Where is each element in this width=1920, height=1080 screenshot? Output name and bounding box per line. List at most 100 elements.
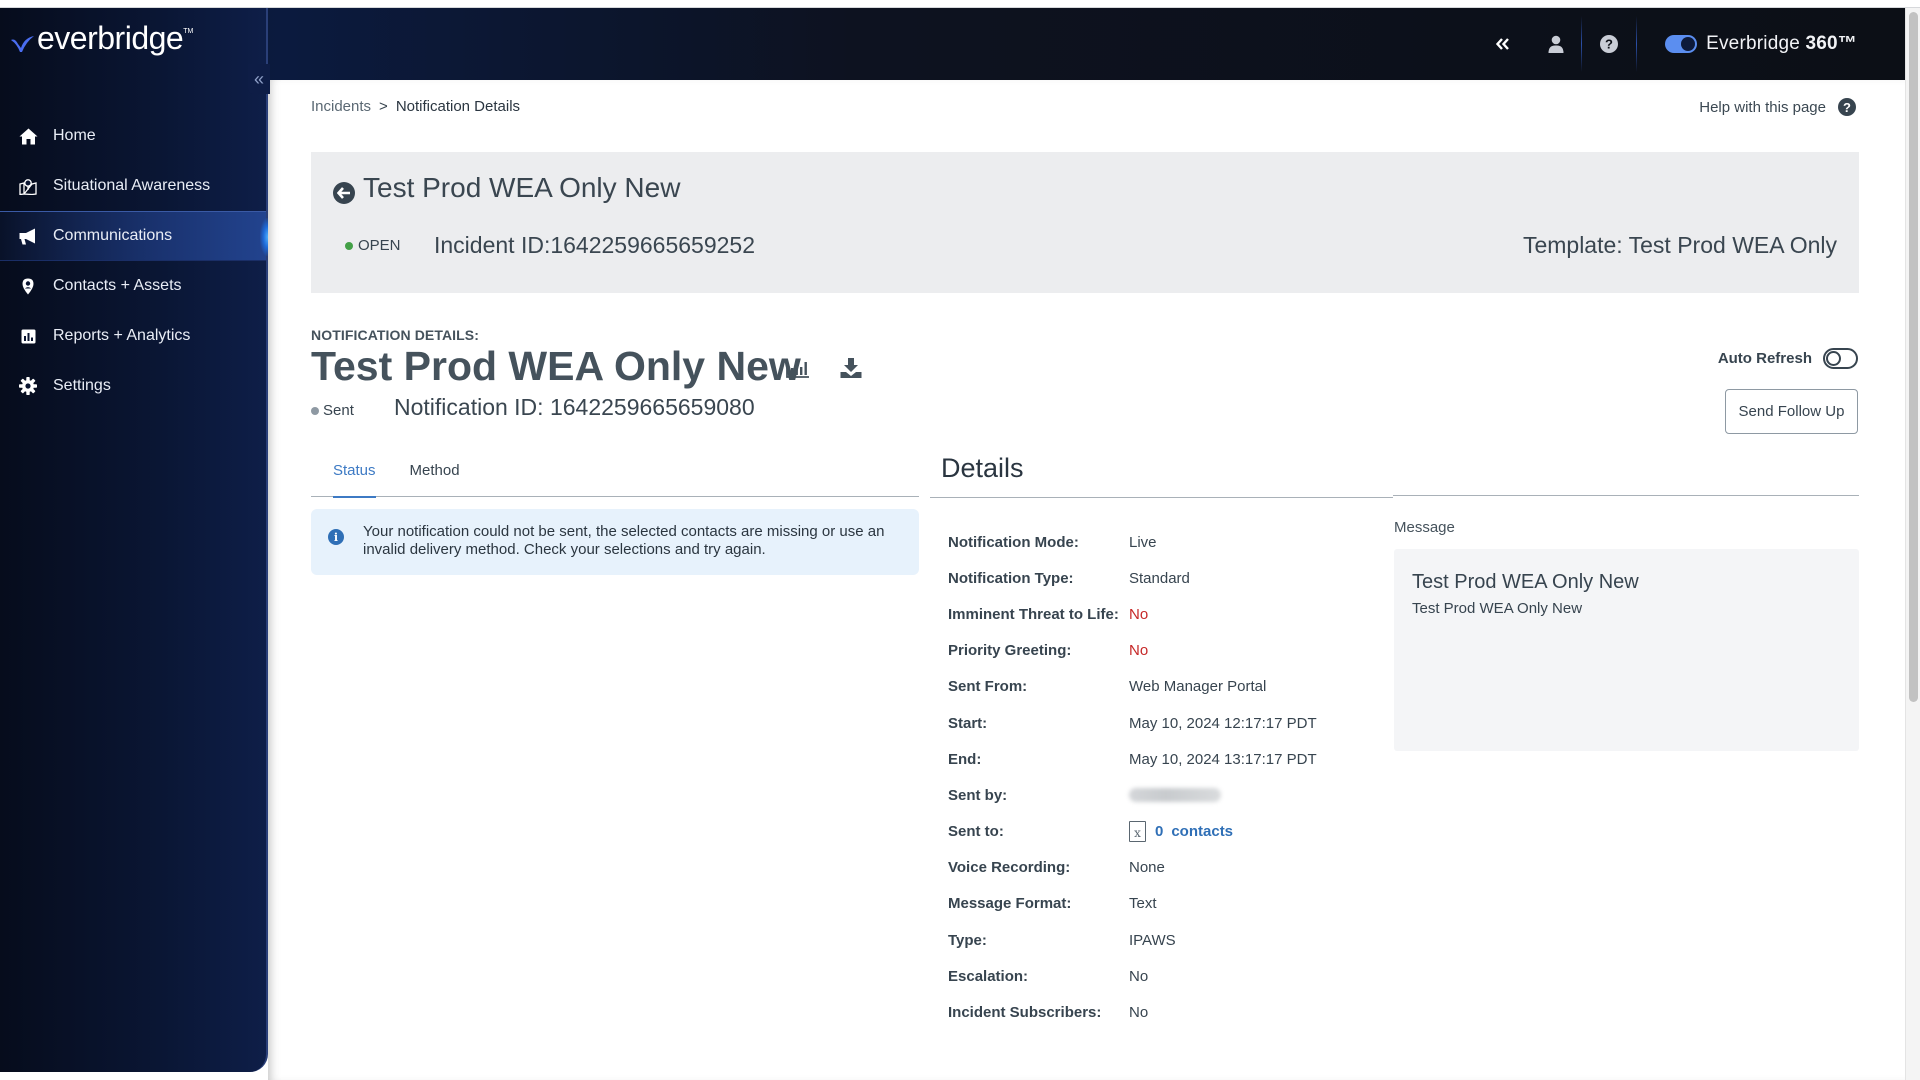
message-title: Test Prod WEA Only New bbox=[1412, 571, 1639, 593]
double-chevron-left-icon: « bbox=[253, 69, 264, 89]
sidebar-item-situational-awareness[interactable]: Situational Awareness bbox=[0, 161, 266, 211]
detail-row-end: End: May 10, 2024 13:17:17 PDT bbox=[948, 741, 1317, 777]
sidebar-item-settings[interactable]: Settings bbox=[0, 361, 266, 411]
message-body: Test Prod WEA Only New bbox=[1412, 600, 1583, 617]
detail-value: Web Manager Portal bbox=[1129, 678, 1267, 696]
map-pin-icon bbox=[18, 176, 38, 196]
tab-method[interactable]: Method bbox=[398, 458, 482, 497]
help-icon: ? bbox=[1838, 98, 1856, 116]
detail-value: No bbox=[1129, 967, 1149, 985]
detail-value: Live bbox=[1129, 533, 1157, 551]
sidebar-item-contacts-assets[interactable]: Contacts + Assets bbox=[0, 261, 266, 311]
user-profile-button[interactable] bbox=[1530, 8, 1581, 80]
detail-label: Sent to: bbox=[948, 823, 1004, 841]
help-link-label: Help with this page bbox=[1699, 98, 1826, 116]
detail-value: No bbox=[1129, 1004, 1149, 1022]
detail-row-start: Start: May 10, 2024 12:17:17 PDT bbox=[948, 705, 1317, 741]
double-chevron-left-icon bbox=[1496, 38, 1510, 50]
detail-value bbox=[1129, 788, 1221, 803]
redacted-sender-name bbox=[1129, 788, 1221, 803]
sidebar-item-reports-analytics[interactable]: Reports + Analytics bbox=[0, 311, 266, 361]
detail-row-sent-to: Sent to: x 0 contacts bbox=[948, 814, 1317, 850]
contacts-link-label: contacts bbox=[1171, 823, 1234, 841]
download-icon[interactable] bbox=[840, 358, 862, 378]
breadcrumb-current: Notification Details bbox=[395, 98, 521, 115]
notification-details-label: NOTIFICATION DETAILS: bbox=[311, 327, 480, 343]
detail-value: IPAWS bbox=[1129, 931, 1176, 949]
detail-value: No bbox=[1129, 642, 1149, 660]
sidebar: everbridge TM « Home Situational Awarene… bbox=[0, 8, 270, 1072]
info-icon: i bbox=[328, 529, 344, 545]
auto-refresh: Auto Refresh bbox=[1718, 348, 1858, 369]
breadcrumb-incidents-link[interactable]: Incidents bbox=[311, 98, 371, 115]
detail-label: Type: bbox=[948, 931, 987, 949]
home-icon bbox=[18, 126, 38, 146]
svg-text:?: ? bbox=[1605, 37, 1613, 52]
bar-chart-icon bbox=[18, 326, 38, 346]
sidebar-item-label: Settings bbox=[53, 377, 111, 394]
trademark: TM bbox=[183, 28, 194, 35]
auto-refresh-toggle[interactable] bbox=[1823, 348, 1858, 369]
detail-row-sent-by: Sent by: bbox=[948, 777, 1317, 813]
sidebar-item-label: Reports + Analytics bbox=[53, 327, 191, 344]
bar-chart-icon[interactable] bbox=[786, 358, 810, 378]
detail-value: None bbox=[1129, 859, 1165, 877]
everbridge-logo[interactable]: everbridge TM bbox=[10, 22, 193, 54]
detail-row-sent-from: Sent From: Web Manager Portal bbox=[948, 669, 1317, 705]
incident-status-label: OPEN bbox=[358, 237, 401, 254]
details-heading: Details bbox=[941, 453, 1024, 483]
detail-label: Incident Subscribers: bbox=[948, 1004, 1102, 1022]
toggle-360[interactable] bbox=[1665, 35, 1698, 53]
detail-label: Escalation: bbox=[948, 967, 1029, 985]
sent-to-contacts-link[interactable]: 0 contacts bbox=[1155, 823, 1241, 840]
help-with-page-link[interactable]: Help with this page ? bbox=[1699, 98, 1856, 116]
page-scrollbar[interactable] bbox=[1905, 8, 1920, 1080]
detail-label: Voice Recording: bbox=[948, 859, 1071, 877]
incident-status: OPEN bbox=[345, 237, 401, 254]
detail-value: Text bbox=[1129, 895, 1157, 913]
sidebar-item-label: Situational Awareness bbox=[53, 177, 211, 194]
detail-label: Priority Greeting: bbox=[948, 642, 1072, 660]
detail-label: End: bbox=[948, 750, 982, 768]
sidebar-collapse-button[interactable]: « bbox=[248, 64, 270, 94]
detail-value: x 0 contacts bbox=[1129, 821, 1241, 843]
detail-row-priority-greeting: Priority Greeting: No bbox=[948, 633, 1317, 669]
detail-label: Notification Type: bbox=[948, 569, 1074, 587]
everbridge-logo-icon bbox=[11, 36, 34, 52]
notification-tabs: Status Method bbox=[311, 458, 919, 498]
message-label: Message bbox=[1394, 519, 1455, 536]
location-pin-icon bbox=[18, 276, 38, 296]
scrollbar-thumb[interactable] bbox=[1909, 12, 1918, 702]
detail-label: Start: bbox=[948, 714, 988, 732]
tab-status[interactable]: Status bbox=[311, 458, 398, 498]
sidebar-item-home[interactable]: Home bbox=[0, 111, 266, 161]
divider bbox=[1393, 495, 1859, 496]
excel-file-icon[interactable]: x bbox=[1129, 821, 1146, 843]
breadcrumb-separator: > bbox=[379, 98, 388, 115]
incident-id: Incident ID:1642259665659252 bbox=[434, 232, 756, 258]
everbridge-360-switch[interactable]: Everbridge 360™ bbox=[1637, 8, 1905, 80]
help-button[interactable]: ? bbox=[1582, 8, 1636, 80]
status-dot-icon bbox=[345, 241, 353, 250]
detail-value: May 10, 2024 13:17:17 PDT bbox=[1129, 750, 1317, 768]
notification-title: Test Prod WEA Only New bbox=[311, 343, 801, 389]
incident-template: Template: Test Prod WEA Only bbox=[1522, 232, 1837, 258]
collapse-all-button[interactable] bbox=[1476, 8, 1530, 80]
detail-value: May 10, 2024 12:17:17 PDT bbox=[1129, 714, 1317, 732]
sidebar-item-label: Contacts + Assets bbox=[53, 277, 182, 294]
brand-name: everbridge bbox=[37, 20, 184, 56]
detail-label: Sent From: bbox=[948, 678, 1028, 696]
detail-row-escalation: Escalation: No bbox=[948, 958, 1317, 994]
detail-row-incident-subscribers: Incident Subscribers: No bbox=[948, 994, 1317, 1030]
sidebar-item-label: Communications bbox=[53, 227, 173, 244]
send-follow-up-button[interactable]: Send Follow Up bbox=[1725, 389, 1858, 434]
detail-row-notification-mode: Notification Mode: Live bbox=[948, 524, 1317, 560]
breadcrumb: Incidents > Notification Details bbox=[311, 98, 520, 115]
back-arrow-icon[interactable] bbox=[333, 182, 355, 204]
everbridge-360-label: Everbridge 360™ bbox=[1706, 33, 1857, 54]
divider bbox=[930, 497, 1393, 498]
incident-summary-card: Test Prod WEA Only New OPEN Incident ID:… bbox=[311, 152, 1859, 293]
sidebar-nav: Home Situational Awareness Communication… bbox=[0, 111, 268, 411]
sidebar-item-communications[interactable]: Communications bbox=[0, 211, 268, 261]
detail-row-notification-type: Notification Type: Standard bbox=[948, 560, 1317, 596]
